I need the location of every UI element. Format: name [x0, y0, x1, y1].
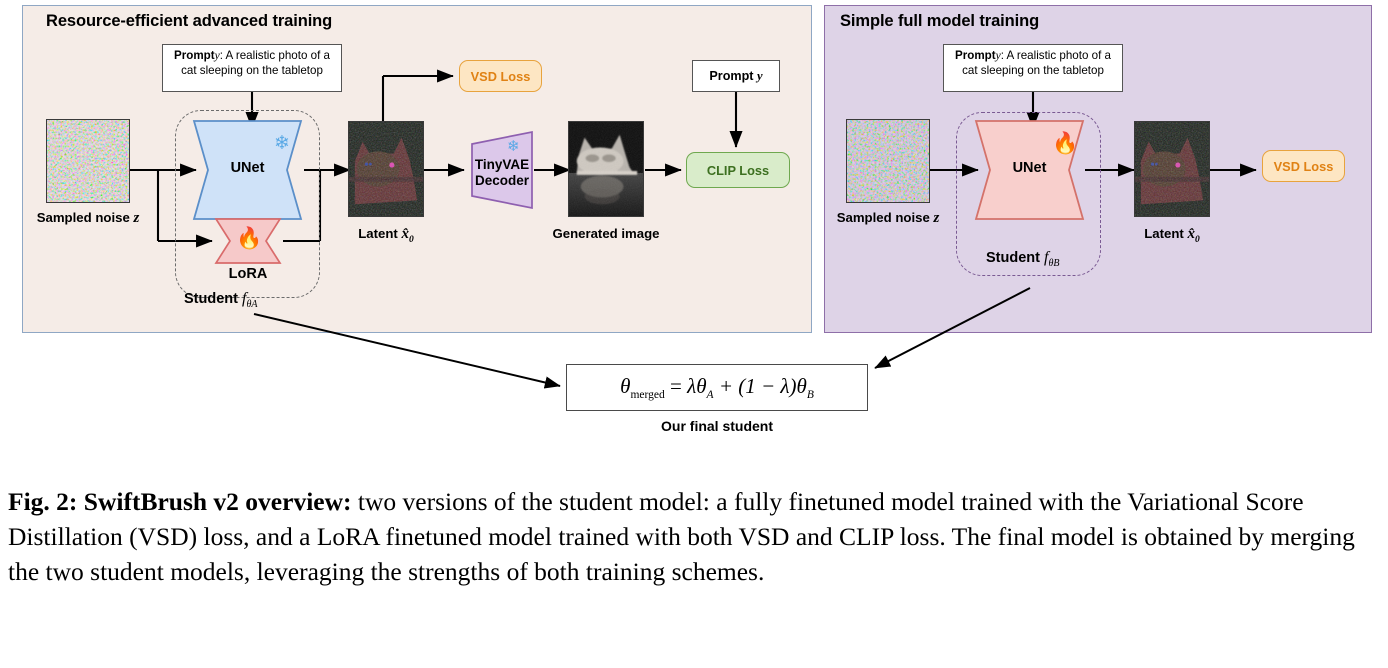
clip-prompt-prefix: Prompt: [709, 69, 754, 84]
prompt-right-prefix: Prompt: [955, 49, 996, 62]
sampled-noise-caption-right: Sampled noise z: [826, 210, 950, 227]
student-a-label-text: Student: [184, 291, 238, 307]
noise-var-right: z: [933, 210, 940, 226]
merged-formula-box: θmerged = λθA + (1 − λ)θB: [566, 364, 868, 411]
clip-loss-badge[interactable]: CLIP Loss: [686, 152, 790, 188]
latent-var-left: x̂: [401, 226, 409, 242]
latent-caption-text-left: Latent: [358, 226, 398, 241]
student-b-label: Student fθB: [986, 249, 1059, 269]
latent-caption-left: Latent x̂0: [340, 226, 432, 245]
generated-image-caption: Generated image: [552, 226, 660, 241]
snowflake-icon-decoder: ❄: [507, 138, 520, 155]
student-b-sub: θB: [1048, 258, 1060, 270]
flame-icon-lora: 🔥: [236, 227, 263, 250]
flame-icon-unet-right: 🔥: [1052, 132, 1079, 155]
figure-caption: Fig. 2: SwiftBrush v2 overview: two vers…: [8, 484, 1380, 590]
figure-caption-label: Fig. 2:: [8, 487, 78, 516]
merge-mid: + (1 − λ)θ: [713, 373, 807, 398]
latent-caption-right: Latent x̂0: [1126, 226, 1218, 245]
panel-left-title: Resource-efficient advanced training: [46, 12, 333, 30]
merge-rhs-sub-a: A: [706, 389, 714, 402]
figure-container: Resource-efficient advanced training Sim…: [0, 0, 1388, 668]
student-b-label-text: Student: [986, 250, 1040, 266]
latent-image-right: [1134, 121, 1210, 217]
student-a-sub: θA: [246, 299, 258, 311]
latent-sub-right: 0: [1194, 235, 1200, 245]
vsd-loss-badge-right[interactable]: VSD Loss: [1262, 150, 1345, 182]
latent-image-left: [348, 121, 424, 217]
final-student-caption: Our final student: [661, 418, 773, 434]
prompt-left-prefix: Prompt: [174, 49, 215, 62]
student-a-label: Student fθA: [184, 290, 257, 310]
prompt-box-left: Prompty: A realistic photo of a cat slee…: [162, 44, 342, 92]
noise-caption-text-left: Sampled noise: [36, 210, 130, 225]
prompt-box-right: Prompty: A realistic photo of a cat slee…: [943, 44, 1123, 92]
latent-caption-text-right: Latent: [1144, 226, 1184, 241]
tinyvae-decoder-block: [464, 130, 536, 210]
generated-image: [568, 121, 644, 217]
sampled-noise-image-right: [846, 119, 930, 203]
merge-eq: =: [664, 373, 688, 398]
sampled-noise-image-left: [46, 119, 130, 203]
noise-caption-text-right: Sampled noise: [836, 210, 930, 225]
prompt-box-clip: Prompt y: [692, 60, 780, 92]
panel-right-title: Simple full model training: [840, 12, 1040, 30]
noise-var-left: z: [133, 210, 140, 226]
snowflake-icon-unet-left: ❄: [274, 133, 290, 154]
latent-var-right: x̂: [1187, 226, 1195, 242]
clip-prompt-var: y: [756, 69, 763, 84]
vsd-loss-badge-left[interactable]: VSD Loss: [459, 60, 542, 92]
merge-rhs-sub-b: B: [806, 389, 814, 402]
merge-lhs-sub: merged: [630, 389, 665, 402]
merge-rhs: λθ: [687, 373, 707, 398]
sampled-noise-caption-left: Sampled noise z: [26, 210, 150, 227]
merge-lhs: θ: [620, 373, 631, 398]
figure-caption-title: SwiftBrush v2 overview:: [83, 487, 352, 516]
latent-sub-left: 0: [408, 235, 414, 245]
